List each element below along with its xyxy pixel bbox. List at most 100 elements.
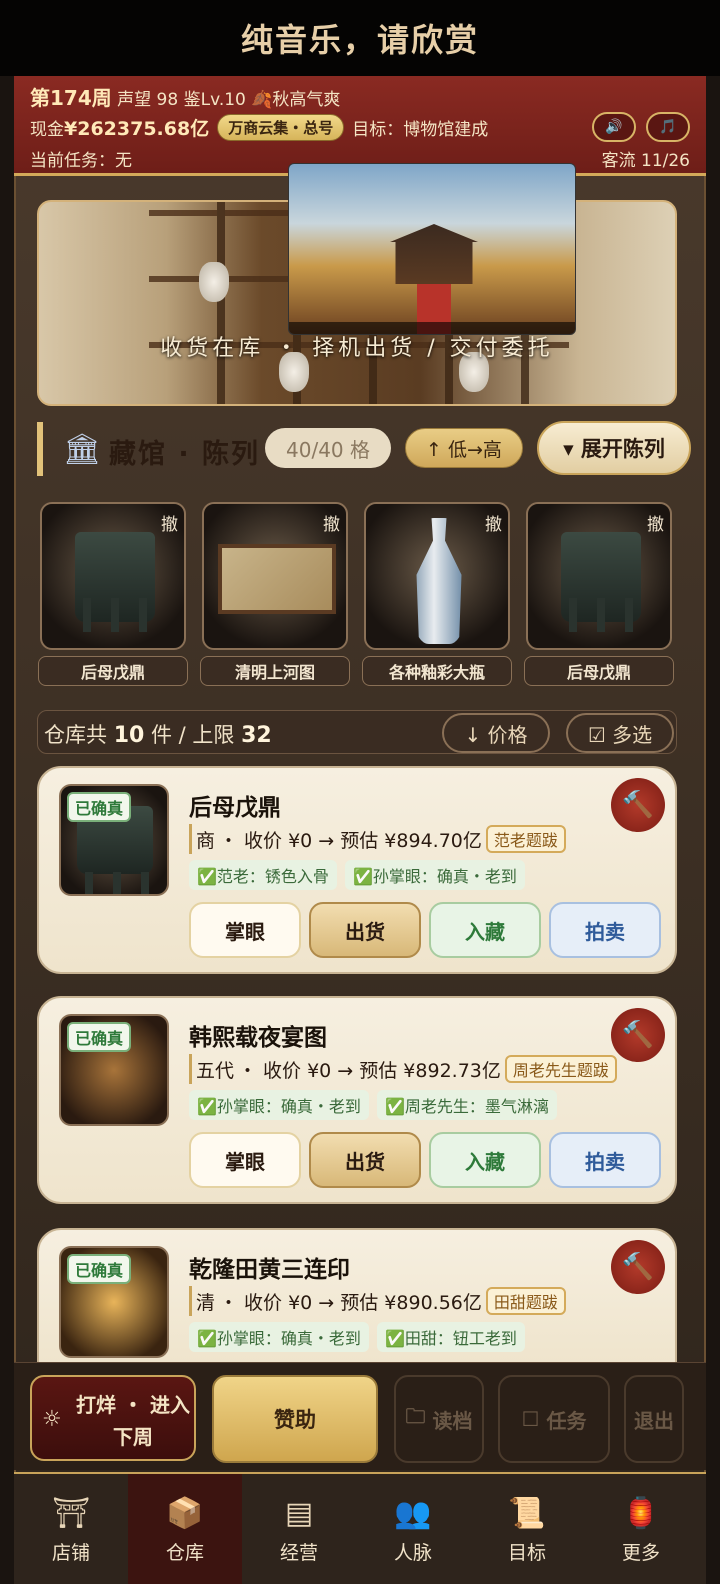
expert-tag: ✅周老先生：墨气淋漓 bbox=[376, 1090, 557, 1120]
display-item-label: 后母戊鼎 bbox=[38, 656, 188, 686]
item-name: 韩熙载夜宴图 bbox=[189, 1025, 327, 1051]
item-name: 乾隆田黄三连印 bbox=[189, 1257, 350, 1283]
remove-button[interactable]: 撤 bbox=[485, 510, 502, 535]
item-thumbnail[interactable]: 已确真 bbox=[59, 1246, 169, 1358]
exit-button[interactable]: 退出 bbox=[624, 1375, 684, 1463]
card-actions: 掌眼 出货 入藏 拍卖 bbox=[189, 1132, 661, 1188]
end-week-button[interactable]: ☼ 打烊 ・ 进入 下周 bbox=[30, 1375, 196, 1461]
remove-button[interactable]: 撤 bbox=[647, 510, 664, 535]
scroll-icon: 📜 bbox=[508, 1495, 546, 1531]
display-item[interactable]: 撤 清明上河图 bbox=[200, 500, 350, 686]
dynasty-label: 五代 bbox=[196, 1059, 235, 1082]
action-bar: ☼ 打烊 ・ 进入 下周 赞助 🗀 读档 ☐ 任务 退出 bbox=[14, 1362, 706, 1470]
status-banner: 纯音乐，请欣赏 bbox=[0, 0, 720, 76]
floating-video-overlay[interactable] bbox=[288, 163, 576, 335]
hammer-button[interactable]: 🔨 bbox=[611, 778, 665, 832]
collect-button[interactable]: 入藏 bbox=[429, 902, 541, 958]
lantern-icon: 🏮 bbox=[622, 1495, 660, 1531]
item-thumbnail[interactable]: 已确真 bbox=[59, 1014, 169, 1126]
item-card: 已确真 韩熙载夜宴图 五代 ・ 收价 ¥0 → 预估 ¥892.73亿 周老先生… bbox=[37, 996, 677, 1204]
end-week-line2: 下周 bbox=[113, 1425, 153, 1449]
music-note-icon: 🎵 bbox=[659, 119, 677, 135]
expert-tag: ✅范老：锈色入骨 bbox=[189, 860, 337, 890]
game-header: 第174周 声望 98 鉴Lv.10 🍂秋高气爽 现金¥262375.68亿 万… bbox=[14, 76, 706, 176]
load-save-button[interactable]: 🗀 读档 bbox=[394, 1375, 484, 1463]
ship-button[interactable]: 出货 bbox=[309, 1132, 421, 1188]
tab-business[interactable]: ▤ 经营 bbox=[242, 1474, 356, 1584]
expert-tag: ✅田甜：钮工老到 bbox=[376, 1322, 525, 1352]
display-shelf: 撤 后母戊鼎 撤 清明上河图 撤 各种釉彩大瓶 撤 后母戊鼎 bbox=[38, 500, 678, 686]
customer-flow: 客流 11/26 bbox=[601, 151, 690, 171]
price-sort-button[interactable]: ↓ 价格 bbox=[442, 713, 550, 753]
display-item[interactable]: 撤 后母戊鼎 bbox=[524, 500, 674, 686]
people-icon: 👥 bbox=[394, 1495, 432, 1531]
verified-badge: 已确真 bbox=[67, 1022, 132, 1052]
display-item-image: 撤 bbox=[526, 502, 672, 650]
section-accent bbox=[37, 422, 43, 476]
overlay-status-bar bbox=[289, 322, 575, 334]
tab-goals[interactable]: 📜 目标 bbox=[470, 1474, 584, 1584]
display-item-image: 撤 bbox=[364, 502, 510, 650]
warehouse-limit-label: 件 / 上限 bbox=[151, 723, 235, 747]
warehouse-prefix: 仓库共 bbox=[44, 723, 107, 747]
item-thumbnail[interactable]: 已确真 bbox=[59, 784, 169, 896]
tab-shop[interactable]: ⛩ 店铺 bbox=[14, 1474, 128, 1584]
appraise-button[interactable]: 掌眼 bbox=[189, 902, 301, 958]
tab-label: 目标 bbox=[507, 1541, 546, 1564]
hammer-button[interactable]: 🔨 bbox=[611, 1008, 665, 1062]
auction-button[interactable]: 拍卖 bbox=[549, 902, 661, 958]
painting-scroll-image bbox=[218, 544, 336, 614]
remove-button[interactable]: 撤 bbox=[161, 510, 178, 535]
sound-button[interactable]: 🔊 bbox=[592, 112, 636, 142]
music-button[interactable]: 🎵 bbox=[646, 112, 690, 142]
expert-tag: ✅孙掌眼：确真・老到 bbox=[344, 860, 525, 890]
task-button[interactable]: ☐ 任务 bbox=[498, 1375, 610, 1463]
tab-contacts[interactable]: 👥 人脉 bbox=[356, 1474, 470, 1584]
expert-tags: ✅孙掌眼：确真・老到 ✅田甜：钮工老到 bbox=[189, 1322, 525, 1352]
tab-warehouse[interactable]: 📦 仓库 bbox=[128, 1474, 242, 1584]
folder-icon: 🗀 bbox=[405, 1404, 433, 1428]
collect-button[interactable]: 入藏 bbox=[429, 1132, 541, 1188]
expand-display-button[interactable]: ▾ 展开陈列 bbox=[537, 421, 691, 475]
museum-title: 藏馆 · 陈列 bbox=[109, 439, 261, 470]
multi-select-button[interactable]: ☑ 多选 bbox=[566, 713, 674, 753]
cash-label: 现金 bbox=[30, 120, 64, 140]
item-name: 后母戊鼎 bbox=[189, 795, 281, 821]
hammer-button[interactable]: 🔨 bbox=[611, 1240, 665, 1294]
dynasty-label: 商 bbox=[196, 829, 216, 852]
verified-badge: 已确真 bbox=[67, 792, 132, 822]
endorsement-badge: 田甜题跋 bbox=[485, 1287, 566, 1315]
tab-label: 经营 bbox=[279, 1541, 318, 1564]
tab-more[interactable]: 🏮 更多 bbox=[584, 1474, 698, 1584]
sponsor-button[interactable]: 赞助 bbox=[212, 1375, 378, 1463]
warehouse-icon: 📦 bbox=[166, 1495, 204, 1531]
sort-button[interactable]: ↑ 低→高 bbox=[405, 428, 523, 468]
end-week-line1: 打烊 ・ 进入 bbox=[76, 1393, 190, 1417]
item-limit: 32 bbox=[241, 723, 272, 748]
now-playing-text: 纯音乐，请欣赏 bbox=[240, 21, 479, 59]
bronze-ding-image bbox=[75, 532, 155, 632]
appraise-level: 鉴Lv.10 bbox=[183, 90, 246, 110]
expert-tag: ✅孙掌眼：确真・老到 bbox=[189, 1322, 369, 1352]
sun-icon: ☼ bbox=[42, 1407, 62, 1432]
hammer-icon: 🔨 bbox=[621, 1252, 655, 1282]
endorsement-badge: 周老先生题跋 bbox=[504, 1055, 617, 1083]
dynasty-label: 清 bbox=[196, 1291, 216, 1314]
tab-label: 店铺 bbox=[51, 1541, 90, 1564]
display-item[interactable]: 撤 后母戊鼎 bbox=[38, 500, 188, 686]
ledger-icon: ▤ bbox=[284, 1495, 314, 1531]
display-item-image: 撤 bbox=[40, 502, 186, 650]
price-line: 商 ・ 收价 ¥0 → 预估 ¥894.70亿 范老题跋 bbox=[189, 824, 566, 854]
display-item[interactable]: 撤 各种釉彩大瓶 bbox=[362, 500, 512, 686]
vase-image bbox=[199, 262, 229, 302]
ship-button[interactable]: 出货 bbox=[309, 902, 421, 958]
remove-button[interactable]: 撤 bbox=[323, 510, 340, 535]
auction-button[interactable]: 拍卖 bbox=[549, 1132, 661, 1188]
appraise-button[interactable]: 掌眼 bbox=[189, 1132, 301, 1188]
shop-icon: ⛩ bbox=[51, 1495, 91, 1531]
display-item-label: 后母戊鼎 bbox=[524, 656, 674, 686]
card-actions: 掌眼 出货 入藏 拍卖 bbox=[189, 902, 661, 958]
display-item-label: 清明上河图 bbox=[200, 656, 350, 686]
hammer-icon: 🔨 bbox=[621, 790, 655, 820]
shop-name-badge: 万商云集・总号 bbox=[217, 114, 345, 141]
